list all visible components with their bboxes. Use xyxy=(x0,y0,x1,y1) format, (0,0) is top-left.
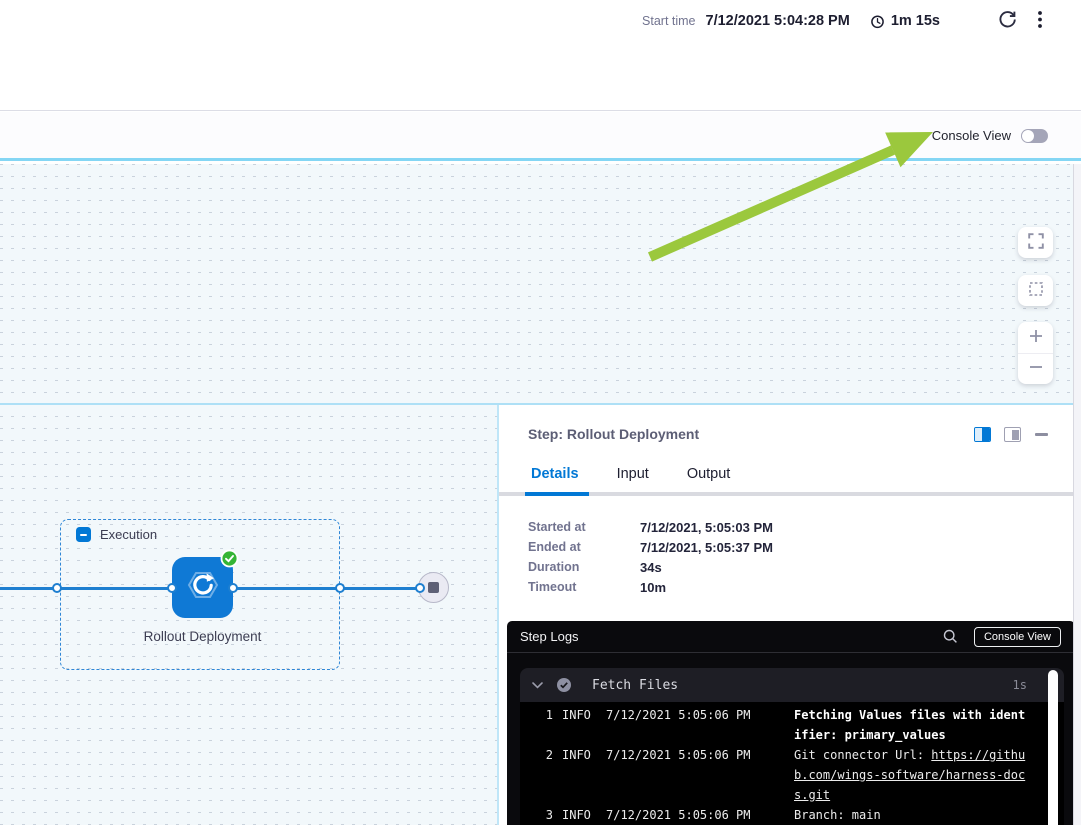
log-line: 2 INFO 7/12/2021 5:05:06 PM Git connecto… xyxy=(520,745,1064,805)
detail-value: 34s xyxy=(640,560,662,575)
execution-group-header[interactable]: Execution xyxy=(76,527,157,542)
console-view-toggle[interactable] xyxy=(1021,129,1048,143)
log-line: 3 INFO 7/12/2021 5:05:06 PM Branch: main xyxy=(520,805,1064,825)
fullscreen-icon xyxy=(1028,233,1044,252)
tab-output[interactable]: Output xyxy=(681,466,737,482)
step-logs-header: Step Logs Console View xyxy=(507,621,1075,653)
connector-port xyxy=(335,583,345,593)
page-scrollbar-gutter[interactable] xyxy=(1073,164,1081,825)
rollout-icon xyxy=(185,567,221,608)
log-level: INFO xyxy=(562,745,606,805)
fit-to-screen-icon xyxy=(1028,281,1044,300)
log-level: INFO xyxy=(562,805,606,825)
zoom-in-icon xyxy=(1028,328,1044,347)
fit-to-screen-button[interactable] xyxy=(1018,275,1053,306)
fullscreen-button[interactable] xyxy=(1018,227,1053,258)
detail-label: Ended at xyxy=(528,540,640,554)
toggle-knob xyxy=(1022,130,1034,142)
log-section-name: Fetch Files xyxy=(592,678,678,693)
connector-port xyxy=(415,583,425,593)
log-message-prefix: Git connector Url: xyxy=(794,748,931,762)
search-icon[interactable] xyxy=(943,629,958,644)
detail-value: 7/12/2021, 5:05:03 PM xyxy=(640,520,773,535)
minimize-panel-button[interactable] xyxy=(1035,427,1049,442)
bottom-view-icon[interactable] xyxy=(1004,427,1021,442)
log-message: Git connector Url: https://github.com/wi… xyxy=(794,745,1031,805)
stop-icon xyxy=(428,582,439,593)
detail-label: Timeout xyxy=(528,580,640,594)
panel-view-controls xyxy=(974,427,1049,442)
more-options-button[interactable] xyxy=(1035,8,1045,34)
logs-scrollbar[interactable] xyxy=(1048,670,1058,825)
detail-value: 10m xyxy=(640,580,666,595)
step-success-icon xyxy=(556,677,572,693)
panel-tabs: Details Input Output xyxy=(525,466,762,482)
clock-icon xyxy=(870,14,885,29)
connector-port xyxy=(52,583,62,593)
tab-input[interactable]: Input xyxy=(611,466,655,482)
log-line-number: 3 xyxy=(520,805,553,825)
detail-value: 7/12/2021, 5:05:37 PM xyxy=(640,540,773,555)
console-view-button[interactable]: Console View xyxy=(974,627,1061,647)
connector-port xyxy=(228,583,238,593)
log-timestamp: 7/12/2021 5:05:06 PM xyxy=(606,745,794,805)
console-view-label: Console View xyxy=(932,128,1011,143)
zoom-button-group xyxy=(1018,322,1053,384)
zoom-out-button[interactable] xyxy=(1018,353,1053,384)
node-label: Rollout Deployment xyxy=(142,626,263,648)
detail-label: Started at xyxy=(528,520,640,534)
detail-row: Timeout 10m xyxy=(528,577,773,597)
collapse-group-icon[interactable] xyxy=(76,527,91,542)
chevron-down-icon xyxy=(532,682,543,689)
log-section-header[interactable]: Fetch Files 1s xyxy=(520,668,1064,702)
refresh-icon xyxy=(998,10,1017,32)
detail-row: Ended at 7/12/2021, 5:05:37 PM xyxy=(528,537,773,557)
step-detail-fields: Started at 7/12/2021, 5:05:03 PM Ended a… xyxy=(528,517,773,597)
success-check-icon xyxy=(220,549,239,573)
execution-group-label: Execution xyxy=(100,527,157,542)
step-logs-title: Step Logs xyxy=(520,629,579,644)
kebab-menu-icon xyxy=(1037,10,1043,32)
log-lines: 1 INFO 7/12/2021 5:05:06 PM Fetching Val… xyxy=(520,702,1064,825)
detail-label: Duration xyxy=(528,560,640,574)
log-message: Branch: main xyxy=(794,805,1031,825)
start-time-label: Start time xyxy=(642,14,696,28)
log-timestamp: 7/12/2021 5:05:06 PM xyxy=(606,805,794,825)
step-details-panel: Step: Rollout Deployment Details Input O… xyxy=(497,405,1073,825)
log-timestamp: 7/12/2021 5:05:06 PM xyxy=(606,705,794,745)
log-line-number: 1 xyxy=(520,705,553,745)
log-line: 1 INFO 7/12/2021 5:05:06 PM Fetching Val… xyxy=(520,705,1064,745)
log-line-number: 2 xyxy=(520,745,553,805)
panel-title: Step: Rollout Deployment xyxy=(528,426,699,442)
zoom-in-button[interactable] xyxy=(1018,322,1053,353)
detail-row: Duration 34s xyxy=(528,557,773,577)
start-time-value: 7/12/2021 5:04:28 PM xyxy=(706,13,850,29)
run-metadata: Start time 7/12/2021 5:04:28 PM 1m 15s xyxy=(642,9,1045,33)
minimize-icon xyxy=(1035,433,1048,436)
connector-port xyxy=(167,583,177,593)
active-tab-underline xyxy=(525,492,589,496)
log-message: Fetching Values files with identifier: p… xyxy=(794,705,1031,745)
zoom-out-icon xyxy=(1028,359,1044,378)
top-header: Start time 7/12/2021 5:04:28 PM 1m 15s xyxy=(0,0,1081,111)
detail-row: Started at 7/12/2021, 5:05:03 PM xyxy=(528,517,773,537)
pipeline-execution-page: Start time 7/12/2021 5:04:28 PM 1m 15s C… xyxy=(0,0,1081,825)
console-view-control: Console View xyxy=(932,128,1048,143)
refresh-button[interactable] xyxy=(996,8,1019,34)
log-level: INFO xyxy=(562,705,606,745)
elapsed-duration: 1m 15s xyxy=(891,13,940,29)
stage-toolbar: Console View xyxy=(0,112,1081,161)
tab-details[interactable]: Details xyxy=(525,466,585,482)
split-view-icon[interactable] xyxy=(974,427,991,442)
log-section-duration: 1s xyxy=(1013,678,1027,692)
rollout-deployment-node[interactable] xyxy=(172,557,233,618)
step-logs-panel: Step Logs Console View Fetch Files 1s 1 xyxy=(507,621,1075,825)
